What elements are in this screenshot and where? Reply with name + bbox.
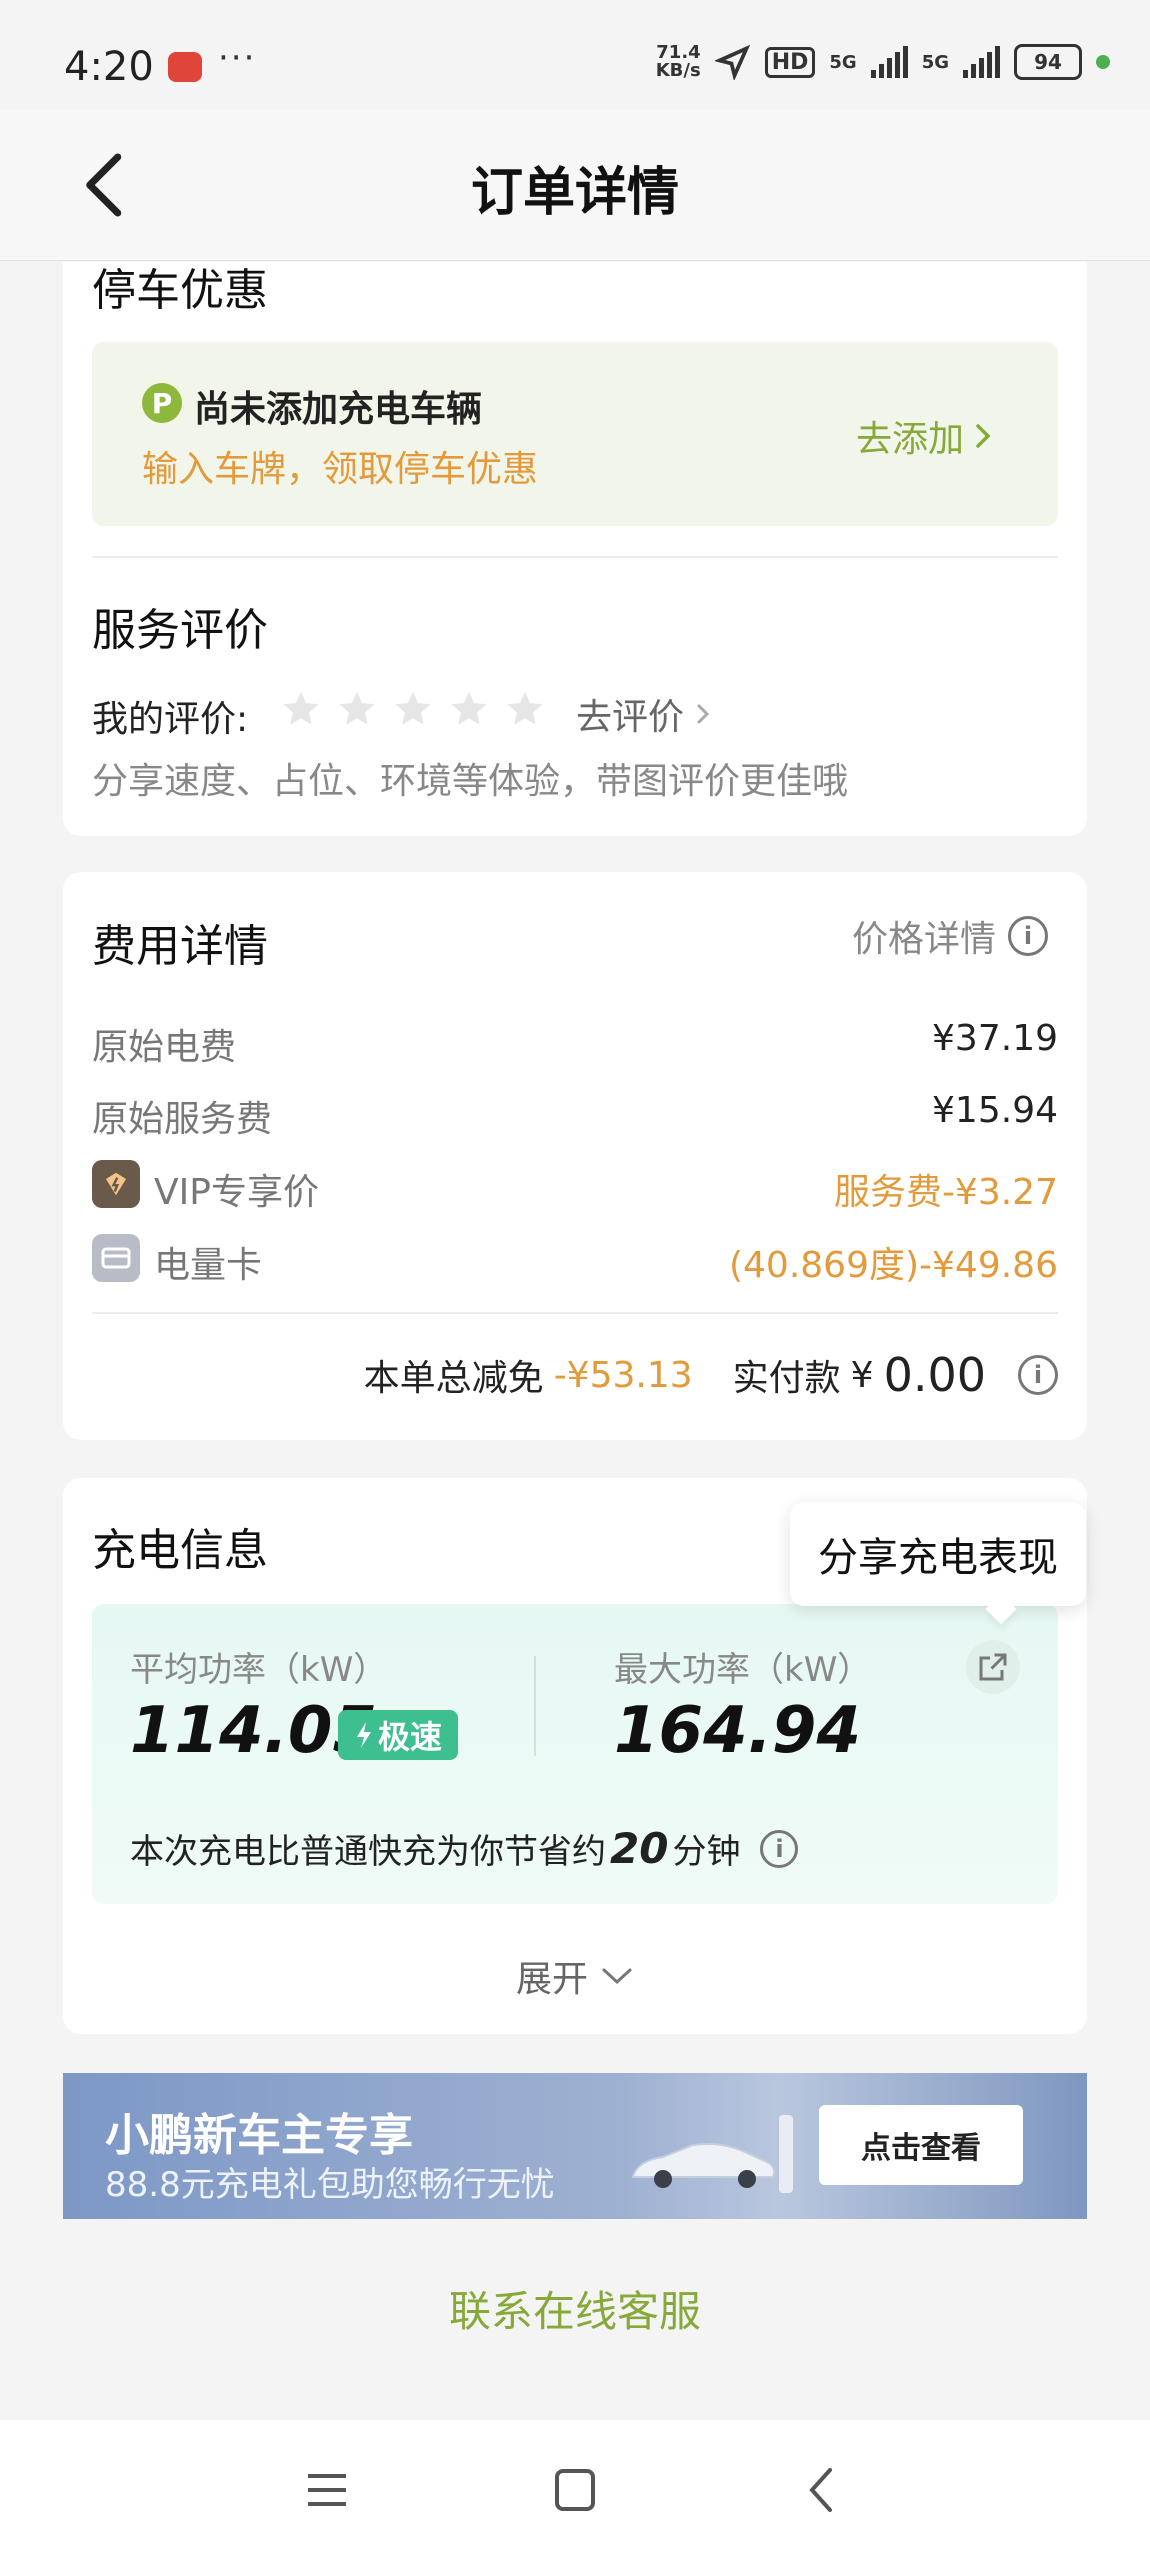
rating-stars[interactable] (280, 688, 546, 730)
fee-row-label: 原始电费 (92, 1027, 237, 1068)
paid-label: 实付款 (732, 1358, 841, 1399)
parking-title: 尚未添加充电车辆 (194, 389, 483, 430)
signal-icon-2 (963, 46, 1000, 78)
fee-row-value: ¥37.19 (932, 1018, 1058, 1059)
share-icon (979, 1653, 1007, 1681)
menu-icon[interactable] (306, 2470, 348, 2510)
share-tooltip: 分享充电表现 (790, 1502, 1086, 1606)
info-icon: i (1008, 916, 1049, 956)
info-icon[interactable]: i (1018, 1355, 1058, 1395)
page-title: 订单详情 (470, 163, 679, 223)
back-nav-icon[interactable] (806, 2466, 836, 2514)
total-summary: 本单总减免 -¥53.13 实付款 ¥ 0.00 i (364, 1348, 1058, 1402)
saving-prefix: 本次充电比普通快充为你节省约 (130, 1832, 606, 1872)
divider (92, 556, 1058, 558)
avg-power-label: 平均功率（kW） (130, 1650, 388, 1690)
lightning-icon (356, 1722, 371, 1748)
review-section-title: 服务评价 (92, 605, 268, 656)
fee-row-label: VIP专享价 (154, 1172, 319, 1213)
parking-icon: P (142, 383, 182, 423)
parking-subtitle: 输入车牌，领取停车优惠 (142, 449, 539, 490)
total-discount-label: 本单总减免 (363, 1358, 544, 1399)
paid-value: 0.00 (883, 1348, 986, 1402)
location-arrow-icon (714, 44, 750, 80)
network-speed: 71.4 KB/s (655, 42, 701, 81)
saving-suffix: 分钟 (672, 1832, 741, 1872)
star-icon[interactable] (392, 688, 434, 730)
price-detail-label: 价格详情 (852, 919, 997, 960)
saving-value: 20 (610, 1824, 669, 1873)
vertical-divider (534, 1656, 536, 1756)
fee-row-value: 服务费-¥3.27 (833, 1172, 1058, 1213)
star-icon[interactable] (336, 688, 378, 730)
status-indicators: 71.4 KB/s HD 5G 5G 94 (656, 44, 1110, 80)
banner-subtitle: 88.8元充电礼包助您畅行无忧 (105, 2165, 555, 2205)
add-vehicle-link[interactable]: 去添加 (856, 410, 992, 462)
paid-currency: ¥ (850, 1354, 874, 1396)
status-dot (1096, 55, 1110, 69)
more-notifications-icon: ··· (218, 38, 257, 78)
signal-icon-1 (870, 46, 908, 78)
saving-text: 本次充电比普通快充为你节省约 20 分钟 i (130, 1824, 799, 1873)
charging-section-title: 充电信息 (92, 1525, 268, 1576)
chevron-down-icon (602, 1968, 632, 1985)
vip-icon (92, 1160, 140, 1208)
fast-charge-badge: 极速 (338, 1710, 458, 1760)
expand-button[interactable]: 展开 (0, 1950, 1150, 2002)
review-hint: 分享速度、占位、环境等体验，带图评价更佳哦 (92, 761, 849, 802)
total-discount-value: -¥53.13 (553, 1354, 693, 1396)
fee-row-label: 原始服务费 (92, 1099, 273, 1140)
banner-title: 小鹏新车主专享 (105, 2110, 413, 2161)
max-power-label: 最大功率（kW） (614, 1650, 872, 1690)
expand-label: 展开 (515, 1959, 588, 2000)
go-review-label: 去评价 (576, 697, 685, 738)
network-5g-1: 5G (829, 51, 857, 73)
app-notification-icon (168, 52, 202, 82)
hd-icon: HD (764, 46, 816, 78)
fee-row-value: ¥15.94 (932, 1090, 1058, 1131)
star-icon[interactable] (448, 688, 490, 730)
charger-post (779, 2115, 793, 2193)
fee-row-value: (40.869度)-¥49.86 (728, 1245, 1058, 1286)
fee-row-label: 电量卡 (154, 1245, 263, 1286)
chevron-right-icon (976, 424, 991, 448)
star-icon[interactable] (504, 688, 546, 730)
fee-section-title: 费用详情 (92, 921, 268, 972)
my-review-label: 我的评价: (92, 699, 249, 740)
share-button[interactable] (966, 1640, 1020, 1694)
star-icon[interactable] (280, 688, 322, 730)
info-icon[interactable]: i (760, 1829, 799, 1868)
fast-charge-label: 极速 (377, 1718, 442, 1756)
home-icon[interactable] (554, 2468, 596, 2512)
go-review-link[interactable]: 去评价 (576, 688, 710, 740)
car-image (631, 2143, 776, 2188)
chevron-right-icon (697, 704, 710, 724)
parking-section-title: 停车优惠 (92, 265, 268, 316)
banner-view-button[interactable]: 点击查看 (819, 2105, 1023, 2185)
promo-banner[interactable]: 小鹏新车主专享 88.8元充电礼包助您畅行无忧 点击查看 (63, 2073, 1087, 2219)
max-power-value: 164.94 (614, 1694, 861, 1768)
battery-icon: 94 (1014, 44, 1082, 80)
contact-service-link[interactable]: 联系在线客服 (0, 2278, 1150, 2339)
status-time: 4:20 (64, 44, 154, 90)
price-detail-link[interactable]: 价格详情 i (852, 910, 1049, 962)
add-vehicle-label: 去添加 (856, 419, 965, 460)
energy-card-icon (92, 1234, 140, 1282)
divider (92, 1312, 1058, 1314)
network-5g-2: 5G (921, 51, 949, 73)
